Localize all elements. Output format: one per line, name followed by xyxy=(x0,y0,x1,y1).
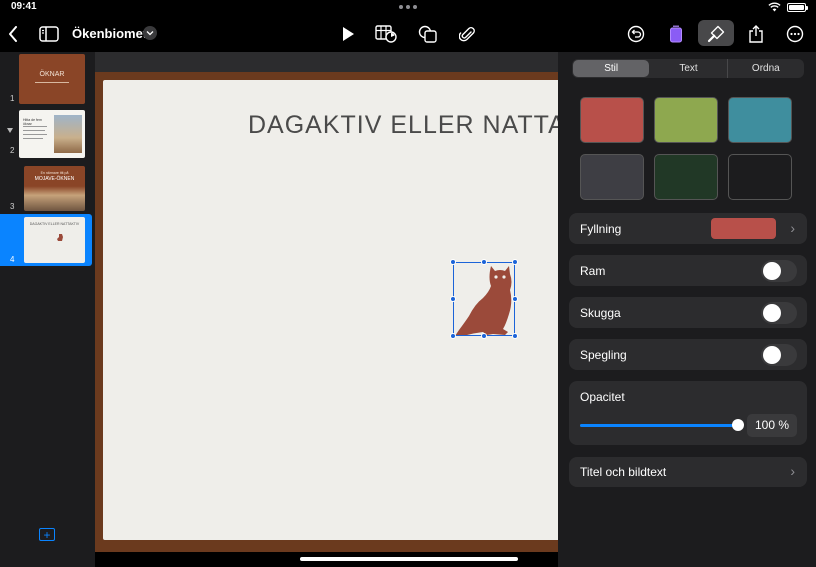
slide-number: 3 xyxy=(10,202,15,211)
reflection-label: Spegling xyxy=(580,348,627,362)
inspector-tabs: Stil Text Ordna xyxy=(572,59,804,78)
wifi-icon xyxy=(768,2,781,12)
thumb-title: DAGAKTIV ELLER NATTAKTIV xyxy=(29,222,80,226)
toolbar: Ökenbiomet xyxy=(0,14,816,52)
attachment-icon[interactable] xyxy=(455,22,479,46)
reflection-toggle[interactable] xyxy=(761,344,797,366)
slide-number: 4 xyxy=(10,255,15,264)
fill-color-sample[interactable] xyxy=(711,218,776,239)
resize-handle-r[interactable] xyxy=(512,296,518,302)
shapes-icon[interactable] xyxy=(416,22,440,46)
battery-icon xyxy=(787,2,808,12)
owl-image[interactable] xyxy=(450,259,518,339)
format-inspector: Stil Text Ordna Fyllning › Ram Skugga Sp… xyxy=(558,52,816,567)
table-chart-icon[interactable] xyxy=(374,22,398,46)
caption-row[interactable]: Titel och bildtext › xyxy=(569,457,807,487)
thumb-title: Hitta de fem öknar xyxy=(23,118,42,126)
thumb-title: MOJAVE-ÖKNEN xyxy=(34,176,75,182)
slide-thumbnail-4[interactable]: 4 DAGAKTIV ELLER NATTAKTIV xyxy=(0,214,92,266)
undo-icon[interactable] xyxy=(624,22,648,46)
opacity-label: Opacitet xyxy=(580,390,625,404)
border-toggle[interactable] xyxy=(761,260,797,282)
shadow-row: Skugga xyxy=(569,297,807,328)
resize-handle-t[interactable] xyxy=(481,259,487,265)
style-swatch-red[interactable] xyxy=(580,97,644,143)
home-indicator[interactable] xyxy=(300,557,518,561)
fill-row[interactable]: Fyllning › xyxy=(569,213,807,244)
back-chevron-icon[interactable] xyxy=(1,22,25,46)
shadow-label: Skugga xyxy=(580,306,621,320)
opacity-slider-thumb[interactable] xyxy=(732,419,744,431)
title-menu-chevron-icon[interactable] xyxy=(143,26,157,40)
selection-box xyxy=(453,262,515,336)
border-row: Ram xyxy=(569,255,807,286)
thumb-subtitle: En närmare titt på xyxy=(40,171,69,175)
style-swatch-teal[interactable] xyxy=(728,97,792,143)
add-slide-button[interactable]: + xyxy=(39,528,55,541)
opacity-slider[interactable] xyxy=(580,419,744,431)
slide-frame: DAGAKTIV ELLER NATTAKTIV xyxy=(95,72,624,552)
status-icons xyxy=(768,2,808,12)
caption-label: Titel och bildtext xyxy=(580,465,667,479)
play-icon[interactable] xyxy=(336,22,360,46)
chevron-right-icon: › xyxy=(790,220,795,236)
tab-ordna[interactable]: Ordna xyxy=(726,59,804,78)
slide-thumbnail-3[interactable]: 3 En närmare titt på MOJAVE-ÖKNEN xyxy=(0,164,92,214)
resize-handle-b[interactable] xyxy=(481,333,487,339)
slide-navigator: 1 ÖKNAR 2 Hitta de fem öknar 3 En närmar… xyxy=(0,52,95,567)
multitasking-dots[interactable] xyxy=(399,5,417,9)
status-bar: 09:41 xyxy=(0,0,816,14)
more-icon[interactable] xyxy=(783,22,807,46)
resize-handle-br[interactable] xyxy=(512,333,518,339)
style-swatch-dark-green[interactable] xyxy=(654,154,718,200)
slide-number: 2 xyxy=(10,146,15,155)
tab-text[interactable]: Text xyxy=(650,59,726,78)
slide-thumbnail-2[interactable]: 2 Hitta de fem öknar xyxy=(0,108,92,160)
resize-handle-tl[interactable] xyxy=(450,259,456,265)
style-swatch-green[interactable] xyxy=(654,97,718,143)
chevron-right-icon: › xyxy=(790,463,795,479)
collapse-triangle-icon[interactable] xyxy=(7,128,13,133)
slide[interactable]: DAGAKTIV ELLER NATTAKTIV xyxy=(103,80,624,540)
thumb-title: ÖKNAR xyxy=(39,71,65,78)
opacity-value-field[interactable]: 100 % xyxy=(747,414,797,437)
reflection-row: Spegling xyxy=(569,339,807,370)
resize-handle-l[interactable] xyxy=(450,296,456,302)
paintbrush-icon[interactable] xyxy=(704,22,728,46)
resize-handle-bl[interactable] xyxy=(450,333,456,339)
sidebar-icon[interactable] xyxy=(37,22,61,46)
slide-number: 1 xyxy=(10,94,15,103)
slide-thumbnail-1[interactable]: 1 ÖKNAR xyxy=(0,52,92,106)
opacity-row: Opacitet 100 % xyxy=(569,381,807,445)
document-icon[interactable] xyxy=(664,22,688,46)
shadow-toggle[interactable] xyxy=(761,302,797,324)
style-swatch-gray[interactable] xyxy=(580,154,644,200)
document-title[interactable]: Ökenbiomet xyxy=(72,26,147,41)
share-icon[interactable] xyxy=(744,22,768,46)
slide-canvas[interactable]: DAGAKTIV ELLER NATTAKTIV xyxy=(95,52,624,552)
fill-label: Fyllning xyxy=(580,222,622,236)
clock: 09:41 xyxy=(11,1,37,12)
style-swatch-black[interactable] xyxy=(728,154,792,200)
resize-handle-tr[interactable] xyxy=(512,259,518,265)
border-label: Ram xyxy=(580,264,606,278)
tab-stil[interactable]: Stil xyxy=(573,60,650,77)
